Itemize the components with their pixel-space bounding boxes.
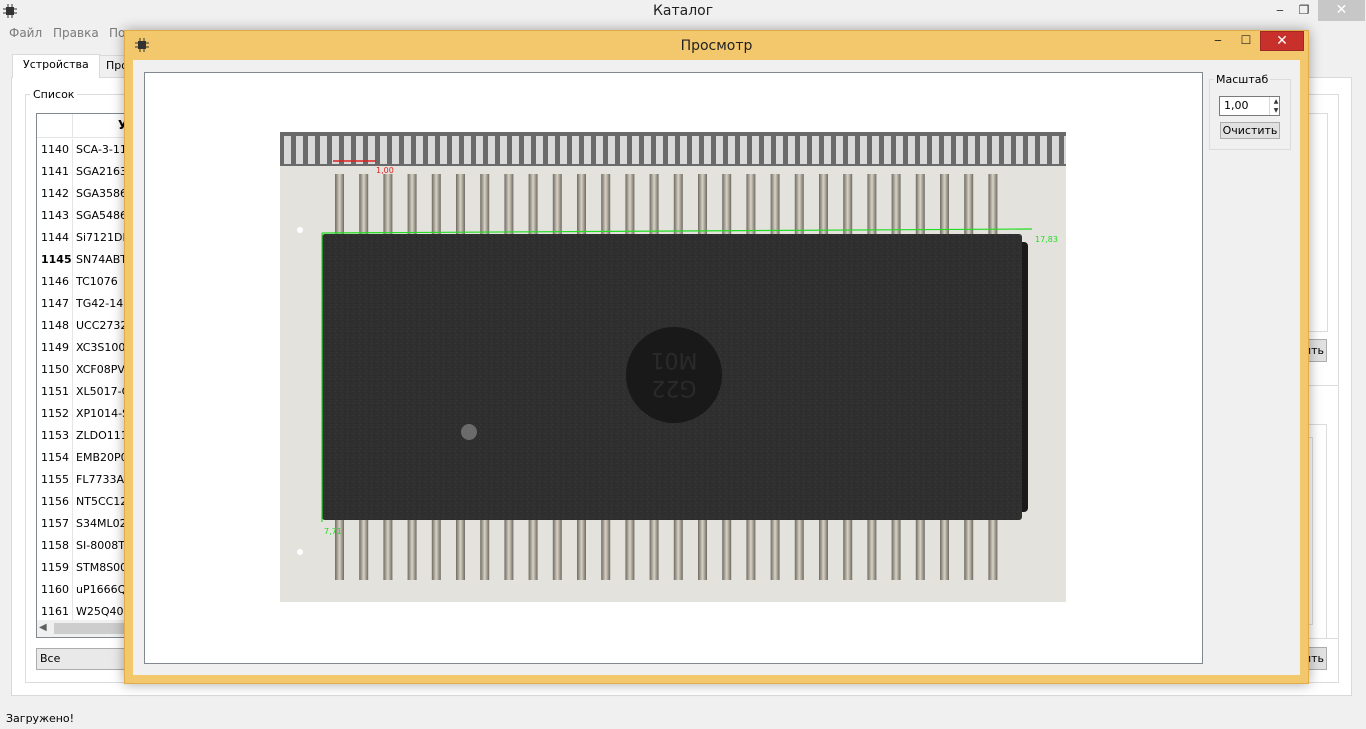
chip-marking-line-1: G22 [651, 375, 696, 400]
row-device-name[interactable]: XL5017-C [76, 381, 129, 403]
row-number[interactable]: 1144 [37, 227, 73, 249]
row-device-name[interactable]: SN74ABT [76, 249, 127, 271]
row-number[interactable]: 1160 [37, 579, 73, 601]
row-number[interactable]: 1148 [37, 315, 73, 337]
fiducial-dot [297, 227, 303, 233]
close-button[interactable]: ✕ [1318, 0, 1365, 21]
row-number[interactable]: 1142 [37, 183, 73, 205]
restore-button[interactable]: ❐ [1296, 0, 1312, 21]
row-number[interactable]: 1151 [37, 381, 73, 403]
row-device-name[interactable]: STM8S00 [76, 557, 127, 579]
row-number[interactable]: 1143 [37, 205, 73, 227]
viewer-maximize-button[interactable]: ☐ [1238, 33, 1254, 47]
row-number[interactable]: 1158 [37, 535, 73, 557]
measure-label-left: 7,71 [324, 527, 342, 536]
minimize-button[interactable]: ‒ [1270, 0, 1290, 21]
row-number[interactable]: 1150 [37, 359, 73, 381]
row-number[interactable]: 1156 [37, 491, 73, 513]
scroll-left-icon[interactable]: ◀ [39, 622, 47, 633]
measure-label-top: 17,83 [1035, 235, 1058, 244]
row-number[interactable]: 1154 [37, 447, 73, 469]
row-number[interactable]: 1152 [37, 403, 73, 425]
row-number[interactable]: 1140 [37, 139, 73, 161]
spin-down-icon[interactable]: ▼ [1270, 106, 1282, 115]
row-device-name[interactable]: S34ML02 [76, 513, 127, 535]
status-text: Загружено! [6, 712, 75, 725]
measure-label-red: 1,00 [376, 166, 394, 175]
chip-photo[interactable]: G22 M01 1,00 17,83 7,71 [280, 132, 1066, 602]
filter-select[interactable]: Все [36, 648, 136, 670]
row-number[interactable]: 1153 [37, 425, 73, 447]
chip-marking-line-2: M01 [651, 347, 698, 372]
spin-up-icon[interactable]: ▲ [1270, 97, 1282, 106]
clear-button[interactable]: Очистить [1220, 122, 1280, 139]
fiducial-dot [297, 549, 303, 555]
row-device-name[interactable]: ZLDO111 [76, 425, 128, 447]
viewer-close-button[interactable]: ✕ [1260, 31, 1304, 51]
list-group-title: Список [30, 88, 78, 101]
chip-pin1-dimple [461, 424, 477, 440]
main-titlebar: Каталог ‒ ❐ ✕ [0, 0, 1366, 23]
viewer-minimize-button[interactable]: ‒ [1210, 33, 1226, 47]
menu-file[interactable]: Файл [9, 26, 42, 40]
row-number[interactable]: 1145 [37, 249, 73, 271]
row-device-name[interactable]: UCC2732 [76, 315, 127, 337]
row-device-name[interactable]: XCF08PV [76, 359, 125, 381]
menu-third[interactable]: По [109, 26, 125, 40]
scale-label: Масштаб [1214, 73, 1271, 86]
row-device-name[interactable]: TC1076 [76, 271, 118, 293]
row-device-name[interactable]: XP1014-S [76, 403, 129, 425]
row-device-name[interactable]: Si7121DN [76, 227, 131, 249]
menu-edit[interactable]: Правка [53, 26, 99, 40]
window-title: Каталог [652, 3, 714, 19]
row-device-name[interactable]: FL7733A [76, 469, 124, 491]
row-number[interactable]: 1141 [37, 161, 73, 183]
row-device-name[interactable]: TG42-140 [76, 293, 130, 315]
row-number[interactable]: 1157 [37, 513, 73, 535]
row-device-name[interactable]: SCA-3-11 [76, 139, 127, 161]
row-device-name[interactable]: uP1666Q [76, 579, 126, 601]
grid-corner[interactable] [37, 114, 73, 138]
row-number[interactable]: 1146 [37, 271, 73, 293]
row-number[interactable]: 1159 [37, 557, 73, 579]
viewer-dialog: Просмотр ‒ ☐ ✕ G22 M01 1,00 17,83 7,71 М… [124, 30, 1309, 684]
viewer-title: Просмотр [680, 38, 753, 54]
row-number[interactable]: 1155 [37, 469, 73, 491]
viewer-client-area: G22 M01 1,00 17,83 7,71 Масштаб 1,00 ▲ ▼… [133, 60, 1300, 675]
row-device-name[interactable]: EMB20P0 [76, 447, 128, 469]
scale-spin-buttons: ▲ ▼ [1269, 97, 1282, 115]
row-number[interactable]: 1149 [37, 337, 73, 359]
image-canvas[interactable]: G22 M01 1,00 17,83 7,71 [144, 72, 1203, 664]
row-device-name[interactable]: NT5CC12 [76, 491, 127, 513]
chip-marking-dot [626, 327, 722, 423]
tab-devices[interactable]: Устройства [12, 54, 100, 78]
row-number[interactable]: 1147 [37, 293, 73, 315]
